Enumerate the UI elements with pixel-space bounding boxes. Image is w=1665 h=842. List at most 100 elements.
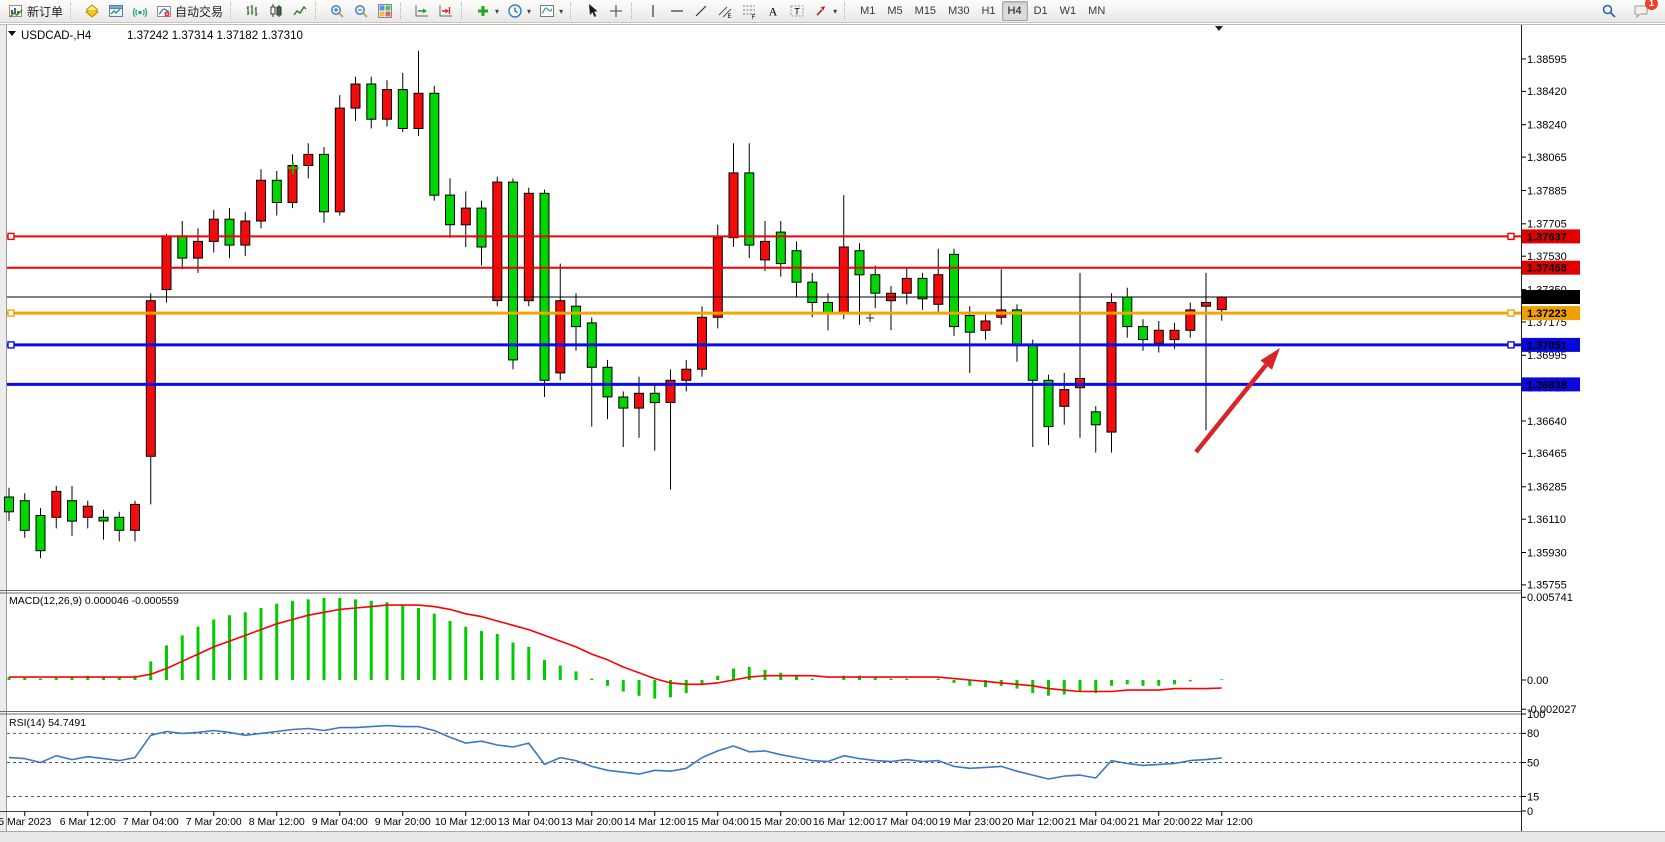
gold-icon [84, 3, 100, 19]
svg-text:13 Mar 20:00: 13 Mar 20:00 [561, 816, 623, 828]
periods-button[interactable]: ▾ [503, 0, 535, 22]
svg-text:1.37310: 1.37310 [1527, 292, 1567, 304]
templates-button[interactable]: ▾ [535, 0, 567, 22]
fibonacci-button[interactable]: F [737, 0, 761, 22]
candle-chart-button[interactable] [264, 0, 288, 22]
price-label-1-37310: 1.37310 [1522, 290, 1580, 304]
new-order-icon [8, 3, 24, 19]
svg-text:F: F [752, 15, 756, 19]
trendline-icon [693, 3, 709, 19]
svg-text:100: 100 [1527, 709, 1545, 721]
timeframe-m15-button[interactable]: M15 [909, 1, 942, 21]
timeframe-m30-button[interactable]: M30 [942, 1, 975, 21]
timeframe-m5-button[interactable]: M5 [881, 1, 908, 21]
chart-window[interactable]: 1.385951.384201.382401.380651.378851.377… [0, 0, 1665, 842]
svg-text:E: E [728, 14, 732, 19]
svg-text:1.36640: 1.36640 [1527, 416, 1567, 428]
timeframe-d1-button[interactable]: D1 [1028, 1, 1054, 21]
cursor-button[interactable] [580, 0, 604, 22]
svg-text:1.37468: 1.37468 [1527, 263, 1567, 275]
autotrade-icon [156, 3, 172, 19]
svg-text:T: T [794, 7, 800, 17]
tile-windows-button[interactable] [373, 0, 397, 22]
trendline-button[interactable] [689, 0, 713, 22]
new-order-button[interactable]: 新订单 [4, 0, 67, 22]
price-label-1-36838: 1.36838 [1522, 377, 1580, 391]
toolbar-right-group: 1 [1597, 0, 1661, 22]
crosshair-button[interactable] [604, 0, 628, 22]
svg-text:1.37223: 1.37223 [1527, 308, 1567, 320]
toolbar-separator [230, 3, 237, 19]
chart-shift-icon [438, 3, 454, 19]
clock-icon [507, 3, 523, 19]
line-chart-icon [292, 3, 308, 19]
price-label-1-37637: 1.37637 [1522, 229, 1580, 243]
text-button[interactable]: A [761, 0, 785, 22]
svg-text:7 Mar 20:00: 7 Mar 20:00 [186, 816, 242, 828]
signal-icon [132, 3, 148, 19]
svg-text:10 Mar 12:00: 10 Mar 12:00 [435, 816, 497, 828]
zoom-out-button[interactable] [349, 0, 373, 22]
search-icon [1601, 3, 1617, 19]
svg-text:1.36110: 1.36110 [1527, 514, 1566, 526]
vline-icon [645, 3, 661, 19]
chart-shift-button[interactable] [434, 0, 458, 22]
label-icon: T [789, 3, 805, 19]
chevron-down-icon: ▾ [527, 7, 531, 16]
timeframe-h1-button[interactable]: H1 [975, 1, 1001, 21]
bar-chart-button[interactable] [240, 0, 264, 22]
channel-button[interactable]: E [713, 0, 737, 22]
auto-scroll-button[interactable] [410, 0, 434, 22]
svg-text:9 Mar 04:00: 9 Mar 04:00 [312, 816, 368, 828]
svg-text:1.36838: 1.36838 [1527, 379, 1567, 391]
candles-icon [268, 3, 284, 19]
timeframe-h4-button[interactable]: H4 [1002, 1, 1028, 21]
zoom-in-button[interactable] [325, 0, 349, 22]
line-chart-button[interactable] [288, 0, 312, 22]
svg-text:15: 15 [1527, 791, 1539, 803]
toolbar-button-label: 新订单 [27, 3, 63, 20]
toolbar-separator [461, 3, 468, 19]
svg-text:9 Mar 20:00: 9 Mar 20:00 [375, 816, 431, 828]
svg-text:1.38240: 1.38240 [1527, 120, 1567, 132]
gold-button[interactable] [80, 0, 104, 22]
market-watch-button[interactable] [104, 0, 128, 22]
svg-text:1.37637: 1.37637 [1527, 231, 1567, 243]
svg-text:1.35755: 1.35755 [1527, 580, 1567, 592]
svg-text:A: A [769, 5, 778, 19]
timeframe-mn-button[interactable]: MN [1082, 1, 1111, 21]
toolbar-separator [631, 3, 638, 19]
chat-button[interactable]: 1 [1629, 0, 1653, 22]
symbol-header: USDCAD-,H4 1.37242 1.37314 1.37182 1.373… [8, 30, 303, 42]
notification-badge: 1 [1645, 0, 1658, 10]
svg-text:1.37051: 1.37051 [1527, 340, 1567, 352]
auto-trading-button[interactable]: 自动交易 [152, 0, 227, 22]
indicators-button[interactable]: ▾ [471, 0, 503, 22]
search-button[interactable] [1597, 0, 1621, 22]
chevron-down-icon: ▾ [559, 7, 563, 16]
svg-text:50: 50 [1527, 757, 1539, 769]
symbol-title: USDCAD-,H4 [21, 30, 92, 42]
svg-text:21 Mar 20:00: 21 Mar 20:00 [1128, 816, 1190, 828]
svg-text:15 Mar 04:00: 15 Mar 04:00 [687, 816, 749, 828]
timeframe-w1-button[interactable]: W1 [1054, 1, 1083, 21]
svg-text:6 Mar 12:00: 6 Mar 12:00 [60, 816, 116, 828]
price-label-1-37468: 1.37468 [1522, 261, 1580, 275]
price-label-1-37051: 1.37051 [1522, 338, 1580, 352]
arrows-button[interactable]: ▾ [809, 0, 841, 22]
hline-icon [669, 3, 685, 19]
svg-text:1.37705: 1.37705 [1527, 219, 1567, 231]
signals-button[interactable] [128, 0, 152, 22]
toolbar-separator [570, 3, 577, 19]
svg-text:21 Mar 04:00: 21 Mar 04:00 [1065, 816, 1127, 828]
price-label-1-37223: 1.37223 [1522, 306, 1580, 320]
vertical-line-button[interactable] [641, 0, 665, 22]
macd-indicator-label: MACD(12,26,9) 0.000046 -0.000559 [9, 595, 179, 607]
timeframe-m1-button[interactable]: M1 [854, 1, 881, 21]
toolbar-separator [400, 3, 407, 19]
toolbar-separator [70, 3, 77, 19]
svg-text:17 Mar 04:00: 17 Mar 04:00 [876, 816, 938, 828]
label-button[interactable]: T [785, 0, 809, 22]
horizontal-line-button[interactable] [665, 0, 689, 22]
svg-text:1.36285: 1.36285 [1527, 482, 1567, 494]
